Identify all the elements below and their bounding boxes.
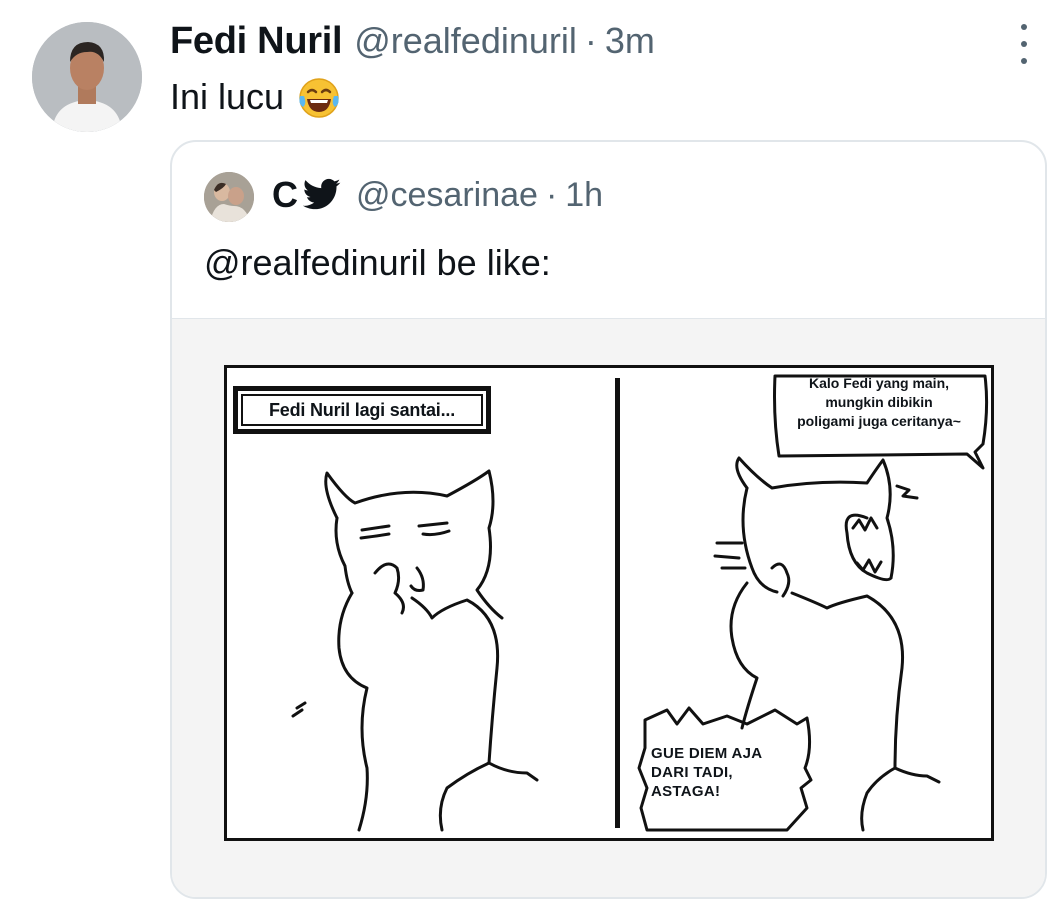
quoted-author-avatar[interactable]: [204, 172, 254, 222]
tweet-text: Ini lucu: [170, 74, 342, 120]
comic-caption: Fedi Nuril lagi santai...: [233, 386, 491, 434]
face-with-tears-of-joy-icon: [299, 78, 339, 118]
twitter-bird-icon: [302, 178, 341, 210]
tweet-timestamp[interactable]: 3m: [605, 20, 655, 62]
speech-line: GUE DIEM AJA: [651, 745, 763, 762]
speech-bubble-bottom: GUE DIEM AJA DARI TADI, ASTAGA!: [651, 744, 801, 801]
speech-line: ASTAGA!: [651, 783, 721, 800]
quoted-author-handle[interactable]: @cesarinae: [356, 176, 538, 215]
quoted-media[interactable]: Fedi Nuril lagi santai... Kalo Fedi yang…: [172, 318, 1045, 897]
more-vertical-icon[interactable]: [1012, 24, 1036, 64]
comic-image: Fedi Nuril lagi santai... Kalo Fedi yang…: [224, 365, 994, 841]
author-handle[interactable]: @realfedinuril: [354, 20, 577, 62]
separator-dot: ·: [545, 175, 558, 214]
quoted-timestamp[interactable]: 1h: [565, 176, 603, 215]
speech-bubble-top: Kalo Fedi yang main, mungkin dibikin pol…: [775, 374, 983, 431]
quoted-tweet-text: @realfedinuril be like:: [204, 242, 551, 283]
quoted-header: C @cesarinae · 1h: [272, 174, 603, 216]
speech-line: DARI TADI,: [651, 764, 733, 781]
speech-line: poligami juga ceritanya~: [797, 413, 961, 429]
speech-line: mungkin dibikin: [825, 394, 933, 410]
speech-line: Kalo Fedi yang main,: [808, 375, 950, 391]
panel-divider: [615, 378, 620, 828]
quoted-author-name[interactable]: C: [272, 174, 298, 216]
author-avatar[interactable]: [32, 22, 142, 132]
tweet-body: Ini lucu: [170, 76, 285, 117]
tweet-header: Fedi Nuril @realfedinuril · 3m: [170, 20, 655, 64]
author-name[interactable]: Fedi Nuril: [170, 20, 343, 63]
separator-dot: ·: [584, 20, 597, 61]
quoted-tweet[interactable]: C @cesarinae · 1h @realfedinuril be like…: [170, 140, 1047, 899]
comic-drawing: [291, 374, 989, 832]
